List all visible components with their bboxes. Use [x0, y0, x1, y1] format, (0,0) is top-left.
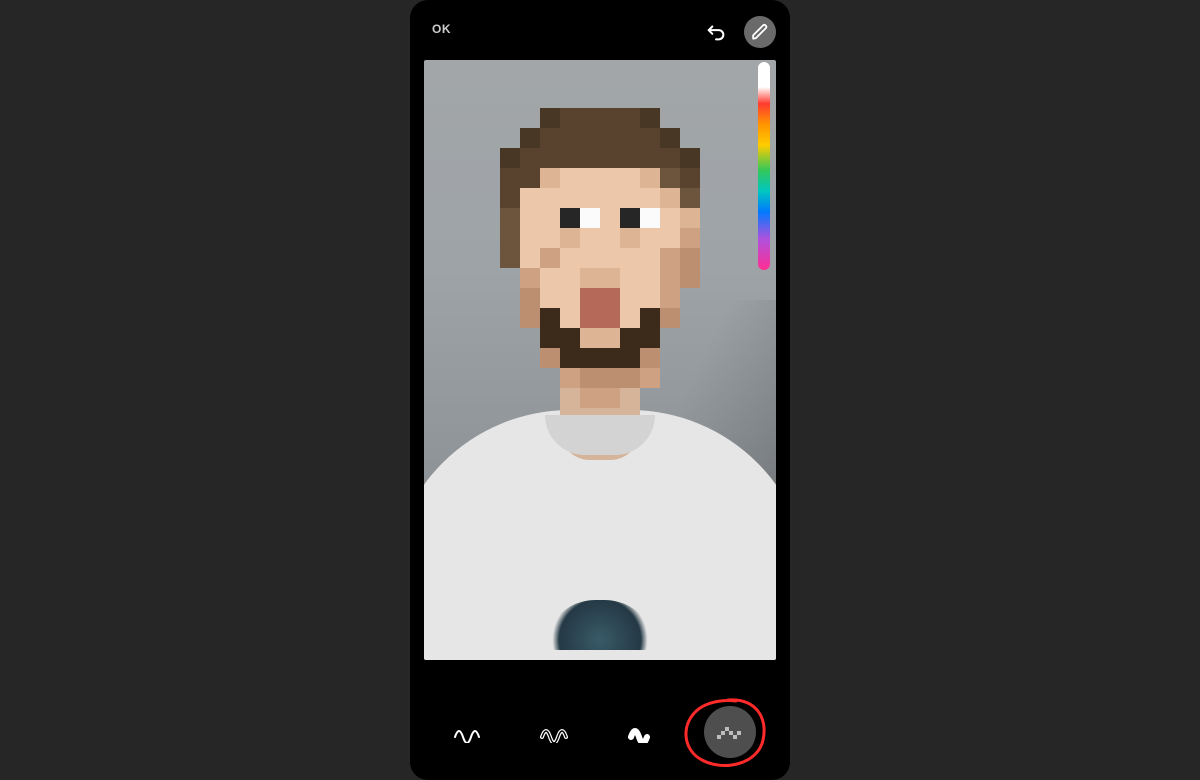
squiggle-thin-icon	[453, 721, 487, 743]
color-slider[interactable]	[758, 62, 770, 270]
draw-button[interactable]	[744, 16, 776, 48]
squiggle-outline-icon	[540, 721, 574, 743]
brush-normal[interactable]	[444, 706, 496, 758]
brush-outline[interactable]	[531, 706, 583, 758]
undo-icon	[705, 21, 727, 43]
ok-button[interactable]: OK	[432, 22, 451, 36]
photo-canvas[interactable]	[424, 60, 776, 660]
brush-mosaic[interactable]	[704, 706, 756, 758]
brush-neon[interactable]	[617, 706, 669, 758]
pencil-icon	[751, 23, 769, 41]
top-bar: OK	[410, 16, 790, 52]
editor-screen: OK	[410, 0, 790, 780]
pixelated-face	[500, 108, 700, 408]
squiggle-pixel-icon	[715, 721, 745, 743]
undo-button[interactable]	[702, 18, 730, 46]
brush-toolbar	[410, 704, 790, 760]
squiggle-bold-icon	[628, 721, 658, 743]
